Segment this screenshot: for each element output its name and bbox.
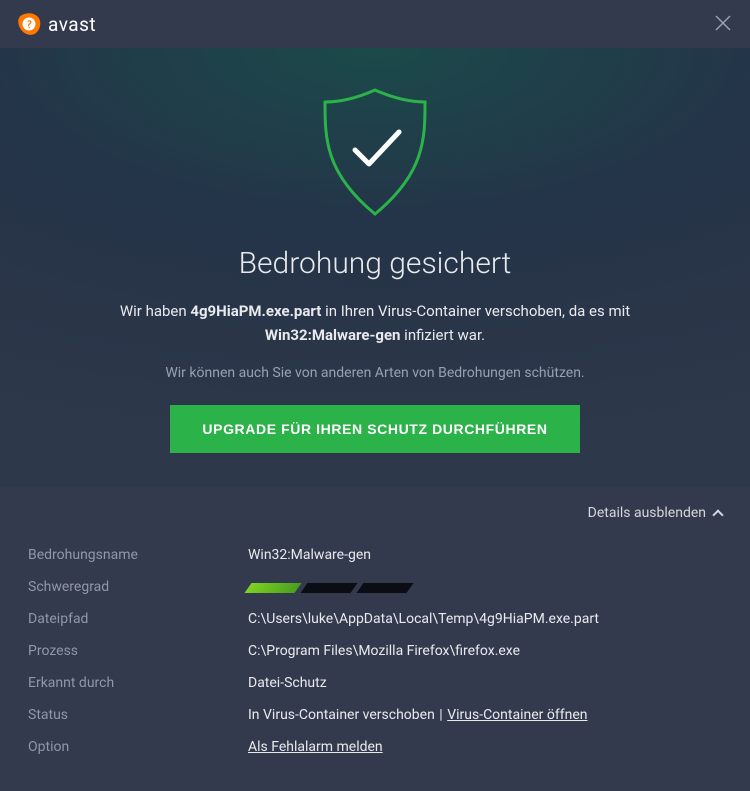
detail-value-detected-by: Datei-Schutz: [248, 675, 722, 691]
severity-indicator: [248, 579, 722, 593]
detail-label: Erkannt durch: [28, 675, 248, 691]
detail-row-status: Status In Virus-Container verschoben | V…: [28, 699, 722, 731]
detail-value-threat-name: Win32:Malware-gen: [248, 547, 722, 563]
detail-label: Dateipfad: [28, 611, 248, 627]
detail-row-severity: Schweregrad: [28, 571, 722, 603]
titlebar: avast: [0, 0, 750, 48]
severity-bar-3: [356, 583, 413, 593]
detail-row-threat-name: Bedrohungsname Win32:Malware-gen: [28, 539, 722, 571]
desc-filename: 4g9HiaPM.exe.part: [190, 302, 321, 320]
brand-name: avast: [48, 13, 96, 36]
detail-label: Status: [28, 707, 248, 723]
details-toggle[interactable]: Details ausblenden: [588, 505, 722, 521]
detail-value-option: Als Fehlalarm melden: [248, 739, 722, 755]
chevron-up-icon: [712, 509, 723, 520]
detail-label: Option: [28, 739, 248, 755]
desc-prefix: Wir haben: [120, 302, 191, 320]
close-icon: [714, 14, 732, 32]
severity-bar-1: [244, 583, 301, 593]
report-false-positive-link[interactable]: Als Fehlalarm melden: [248, 739, 383, 755]
details-panel: Bedrohungsname Win32:Malware-gen Schwere…: [0, 521, 750, 791]
avast-logo-icon: [18, 12, 42, 36]
detail-value-filepath: C:\Users\luke\AppData\Local\Temp\4g9HiaP…: [248, 611, 722, 627]
headline: Bedrohung gesichert: [40, 246, 710, 281]
shield-check-icon: [321, 88, 429, 218]
status-separator: |: [436, 707, 446, 723]
detail-label: Schweregrad: [28, 579, 248, 595]
info-line: Wir können auch Sie von anderen Arten vo…: [40, 365, 710, 381]
open-virus-container-link[interactable]: Virus-Container öffnen: [447, 707, 587, 723]
hero-section: Bedrohung gesichert Wir haben 4g9HiaPM.e…: [0, 48, 750, 487]
details-toggle-label: Details ausblenden: [588, 505, 706, 521]
desc-suffix: infiziert war.: [400, 326, 485, 344]
detail-value-process: C:\Program Files\Mozilla Firefox\firefox…: [248, 643, 722, 659]
shield-wrap: [40, 88, 710, 218]
detail-row-detected-by: Erkannt durch Datei-Schutz: [28, 667, 722, 699]
status-text: In Virus-Container verschoben: [248, 707, 435, 723]
detail-label: Prozess: [28, 643, 248, 659]
description: Wir haben 4g9HiaPM.exe.part in Ihren Vir…: [40, 299, 710, 347]
severity-bar-2: [300, 583, 357, 593]
detail-row-filepath: Dateipfad C:\Users\luke\AppData\Local\Te…: [28, 603, 722, 635]
detail-label: Bedrohungsname: [28, 547, 248, 563]
avast-popup-window: avast Bedrohung gesichert Wir haben 4g9H…: [0, 0, 750, 791]
desc-mid: in Ihren Virus-Container verschoben, da …: [321, 302, 630, 320]
detail-value-status: In Virus-Container verschoben | Virus-Co…: [248, 707, 722, 723]
desc-threat: Win32:Malware-gen: [265, 326, 401, 344]
detail-value-severity: [248, 579, 722, 595]
detail-row-process: Prozess C:\Program Files\Mozilla Firefox…: [28, 635, 722, 667]
brand-logo: avast: [18, 12, 96, 36]
upgrade-button[interactable]: UPGRADE FÜR IHREN SCHUTZ DURCHFÜHREN: [170, 405, 579, 453]
details-toggle-row: Details ausblenden: [0, 487, 750, 521]
close-button[interactable]: [710, 7, 736, 41]
detail-row-option: Option Als Fehlalarm melden: [28, 731, 722, 763]
